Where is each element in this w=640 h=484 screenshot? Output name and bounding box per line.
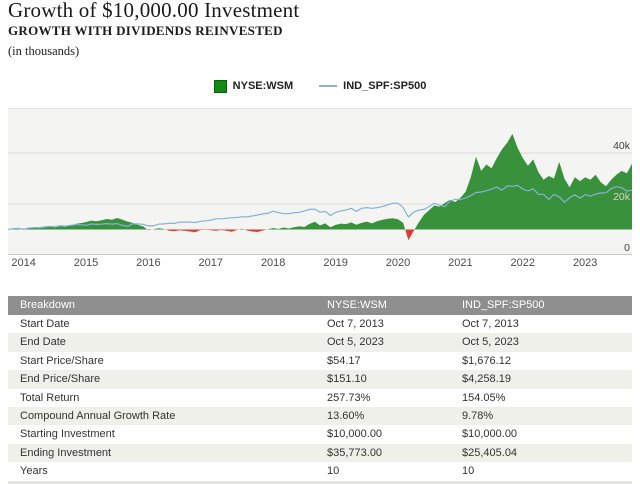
table-cell-col0: Ending Investment xyxy=(20,446,112,459)
area-series-swatch-icon xyxy=(213,79,227,93)
table-cell-col0: Years xyxy=(20,465,48,478)
x-axis-label-2016: 2016 xyxy=(136,257,161,269)
x-axis-label-2014: 2014 xyxy=(11,257,36,269)
table-cell-col1: $54.17 xyxy=(327,354,361,367)
table-cell-col1: $151.10 xyxy=(327,373,367,386)
x-axis-label-2017: 2017 xyxy=(198,257,224,269)
line-series-swatch-icon xyxy=(319,85,338,87)
table-cell-col1: Oct 5, 2023 xyxy=(327,336,384,349)
table-cell-col2: $25,405.04 xyxy=(462,446,518,459)
table-row-ending-investment: Ending Investment $35,773.00 $25,405.04 xyxy=(8,443,632,463)
y-axis-label-0: 0 xyxy=(624,242,630,254)
table-row-end-date: End Date Oct 5, 2023 Oct 5, 2023 xyxy=(8,333,632,352)
x-axis-label-2023: 2023 xyxy=(572,257,598,269)
table-row-start-date: Start Date Oct 7, 2013 Oct 7, 2013 xyxy=(8,315,632,334)
units-note: (in thousands) xyxy=(8,44,80,58)
table-cell-col0: End Price/Share xyxy=(20,373,101,386)
table-cell-col0: Compound Annual Growth Rate xyxy=(20,409,176,422)
table-cell-col2: Oct 5, 2023 xyxy=(462,336,519,349)
table-cell-col0: Start Price/Share xyxy=(20,354,104,367)
table-row-years: Years 10 10 xyxy=(8,462,632,481)
table-row-start-price-share: Start Price/Share $54.17 $1,676.12 xyxy=(8,351,632,371)
legend-label: NYSE:WSM xyxy=(232,80,294,92)
table-cell-col1: Oct 7, 2013 xyxy=(327,318,384,330)
table-header-cell-col2: IND_SPF:SP500 xyxy=(462,299,545,311)
x-axis-label-2019: 2019 xyxy=(323,257,348,269)
table-cell-col0: Start Date xyxy=(20,318,70,330)
y-axis-label-40k: 40k xyxy=(613,140,630,152)
x-axis-label-2021: 2021 xyxy=(448,257,473,269)
growth-chart-svg[interactable] xyxy=(8,109,632,255)
table-cell-col2: $10,000.00 xyxy=(462,428,518,441)
table-cell-col0: Total Return xyxy=(20,391,80,404)
table-row-starting-investment: Starting Investment $10,000.00 $10,000.00 xyxy=(8,425,632,444)
table-header-cell-col0: Breakdown xyxy=(20,299,76,311)
table-cell-col2: 9.78% xyxy=(462,409,494,422)
table-cell-col2: Oct 7, 2013 xyxy=(462,318,519,330)
table-header-cell-col1: NYSE:WSM xyxy=(327,299,387,311)
table-cell-col0: Starting Investment xyxy=(20,428,115,441)
table-cell-col2: $4,258.19 xyxy=(462,373,511,386)
table-row-end-price-share: End Price/Share $151.10 $4,258.19 xyxy=(8,370,632,389)
legend-label: IND_SPF:SP500 xyxy=(343,80,427,92)
table-cell-col1: 257.73% xyxy=(327,391,371,404)
growth-chart-plot-area[interactable]: 0 20k 40k xyxy=(8,108,632,255)
table-row-compound-annual-growth-rate: Compound Annual Growth Rate 13.60% 9.78% xyxy=(8,406,632,426)
x-axis-label-2022: 2022 xyxy=(510,257,536,269)
table-cell-col2: 10 xyxy=(462,465,475,478)
x-axis-label-2018: 2018 xyxy=(260,257,286,269)
table-cell-col2: 154.05% xyxy=(462,391,506,404)
table-cell-col0: End Date xyxy=(20,336,66,349)
table-cell-col1: $10,000.00 xyxy=(327,428,383,441)
page-subtitle: GROWTH WITH DIVIDENDS REINVESTED xyxy=(8,23,283,38)
legend-item-ind-spf-sp500[interactable]: IND_SPF:SP500 xyxy=(319,80,426,92)
table-header-row: Breakdown NYSE:WSM IND_SPF:SP500 xyxy=(8,296,632,315)
page: Growth of $10,000.00 Investment GROWTH W… xyxy=(0,0,640,484)
x-axis-label-2020: 2020 xyxy=(385,257,411,269)
breakdown-table: Breakdown NYSE:WSM IND_SPF:SP500 Start Date… xyxy=(8,296,632,481)
table-cell-col1: 10 xyxy=(327,465,340,478)
table-row-total-return: Total Return 257.73% 154.05% xyxy=(8,388,632,407)
table-cell-col1: $35,773.00 xyxy=(327,446,383,459)
chart-legend: NYSE:WSM IND_SPF:SP500 xyxy=(0,78,640,94)
y-axis-label-20k: 20k xyxy=(613,191,630,203)
page-title: Growth of $10,000.00 Investment xyxy=(8,0,300,22)
table-cell-col1: 13.60% xyxy=(327,409,365,422)
x-axis-label-2015: 2015 xyxy=(73,257,99,269)
table-cell-col2: $1,676.12 xyxy=(462,354,511,367)
legend-item-nyse-wsm[interactable]: NYSE:WSM xyxy=(213,79,294,93)
